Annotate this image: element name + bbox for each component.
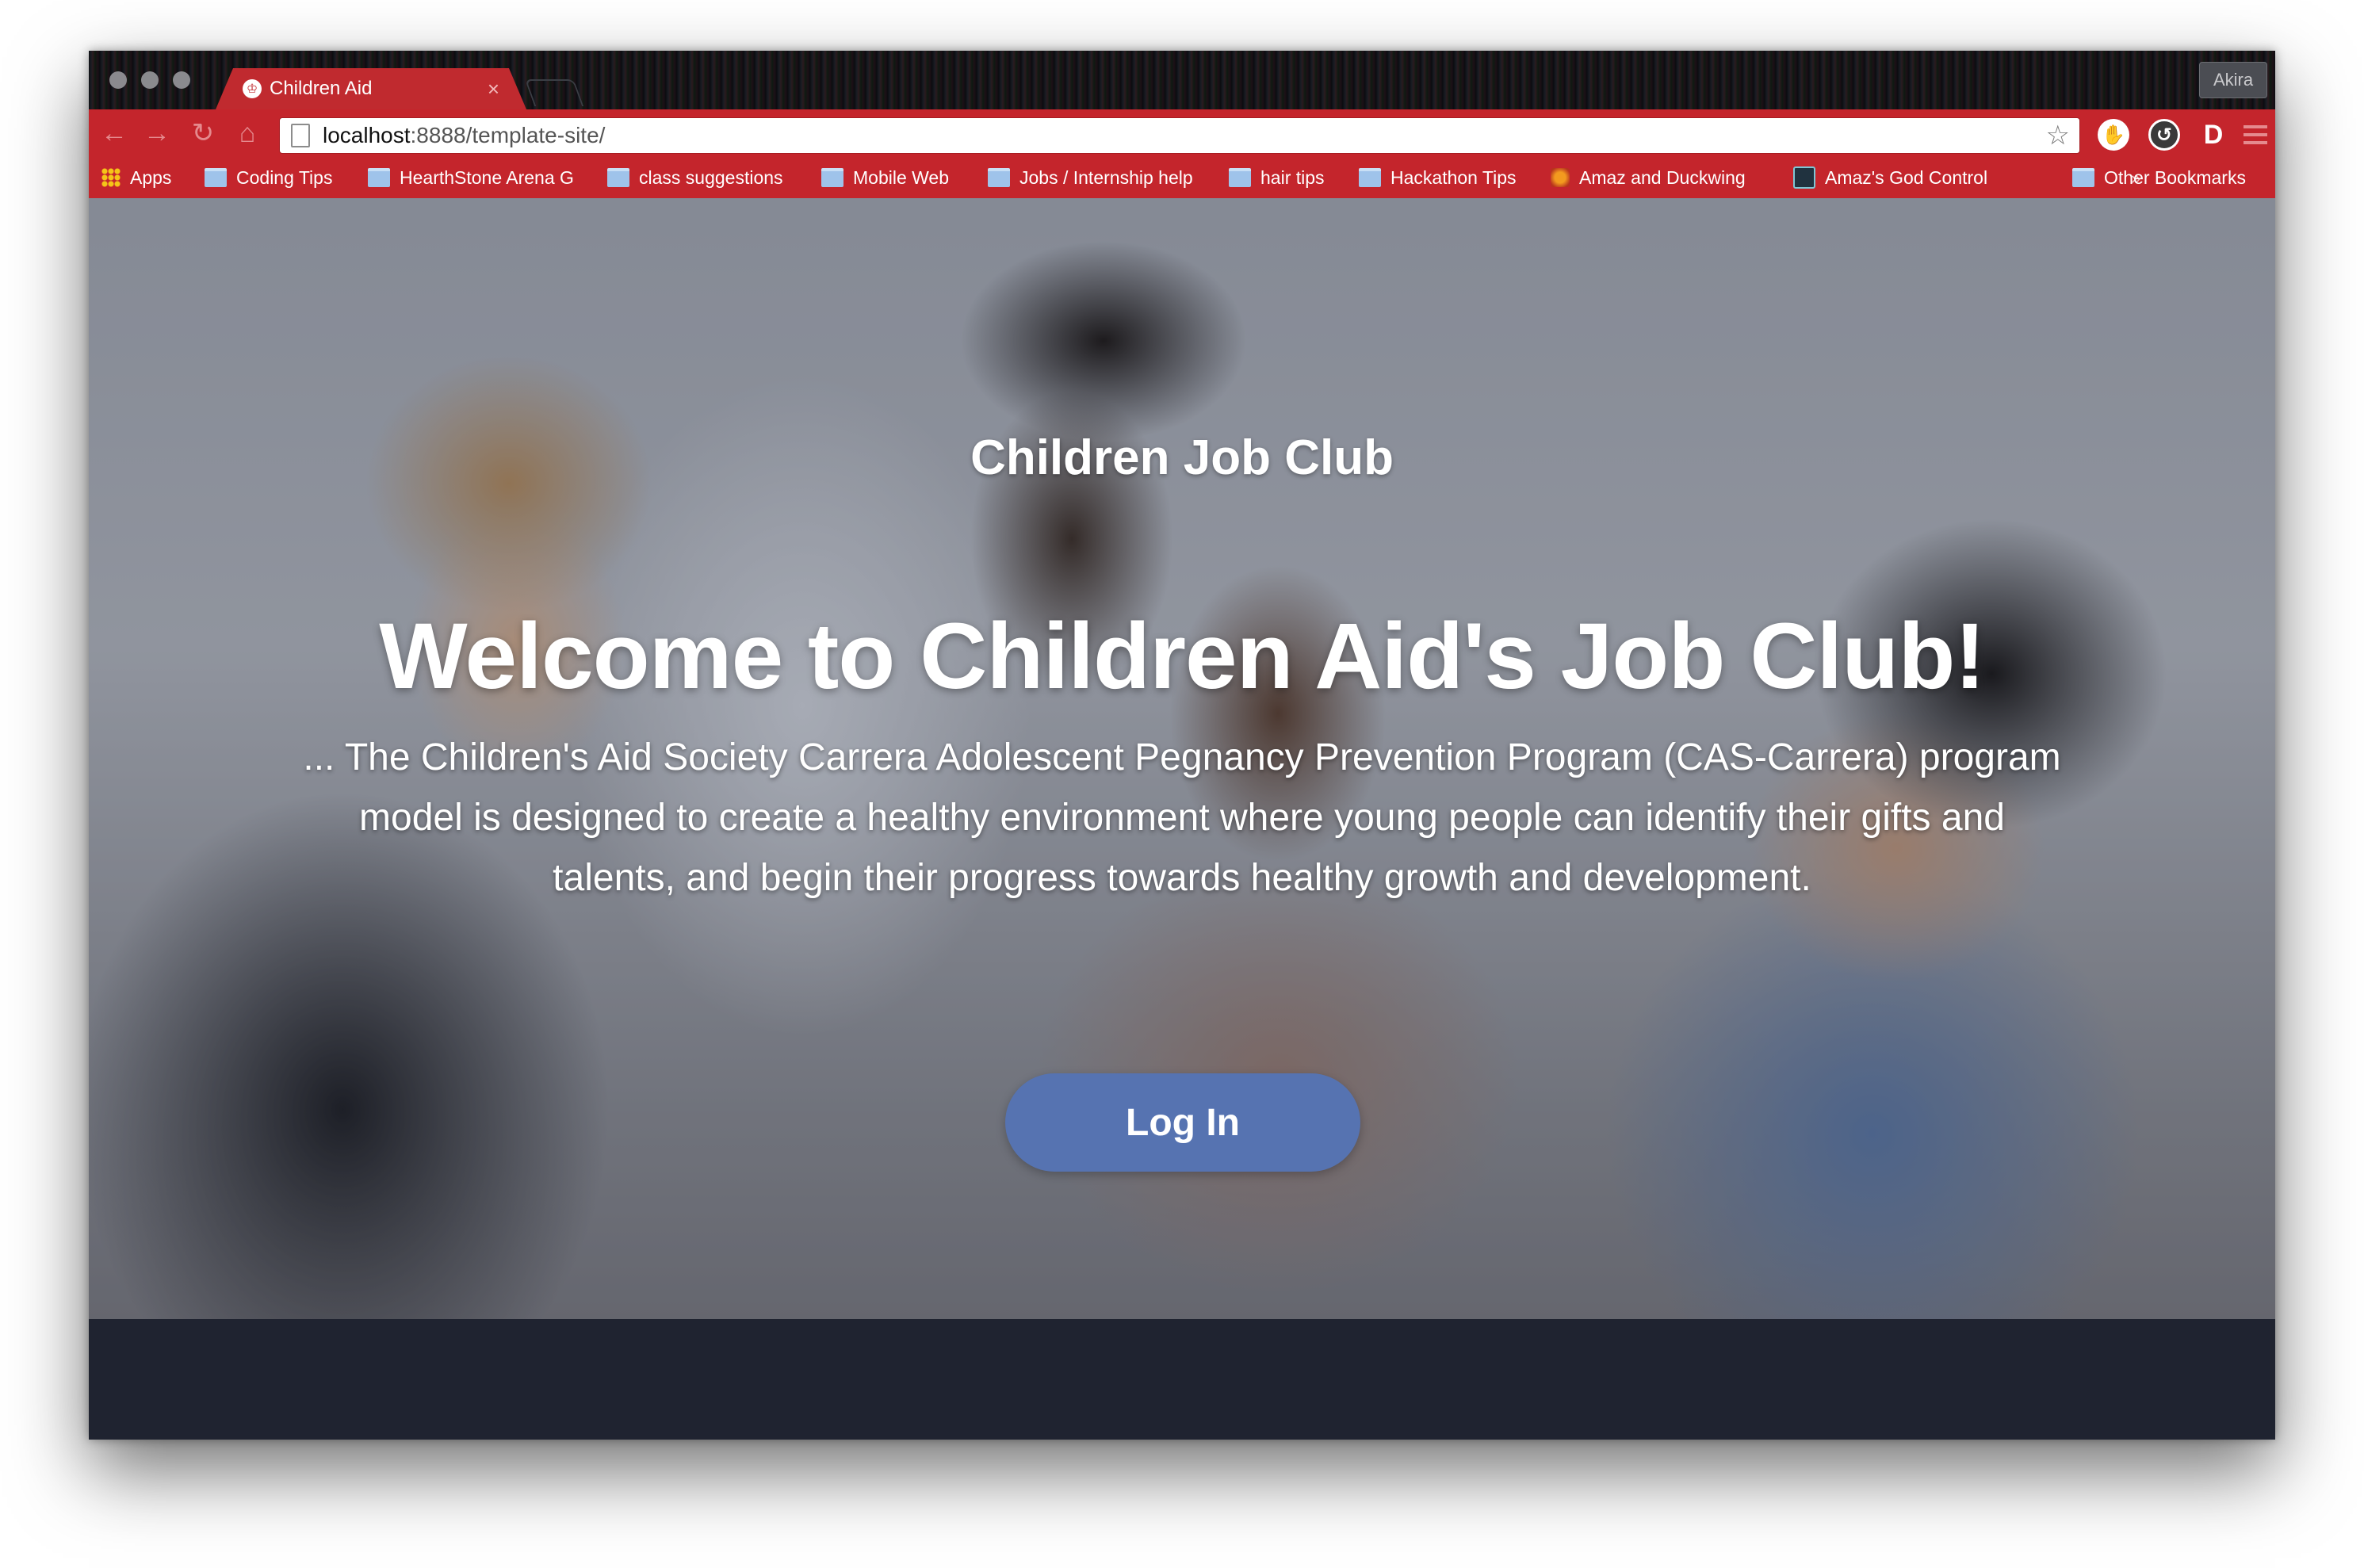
folder-icon — [1359, 168, 1381, 187]
zoom-window-button[interactable] — [173, 71, 190, 89]
bookmark-amaz-god-control[interactable]: Amaz's God Control — [1793, 166, 2007, 189]
bookmark-coding-tips[interactable]: Coding Tips — [205, 166, 332, 189]
d-extension-icon[interactable]: D — [2198, 119, 2229, 151]
bookmark-class-suggestions[interactable]: class suggestions — [607, 166, 783, 189]
site-title[interactable]: Children Job Club — [89, 430, 2275, 486]
back-arrow-icon[interactable]: ← — [98, 117, 130, 149]
bookmark-label: Apps — [130, 166, 172, 188]
hero-intro-text: ... The Children's Aid Society Carrera A… — [303, 736, 2061, 899]
browser-toolbar: ← → ↻ ⌂ localhost:8888/template-site/ ☆ … — [89, 109, 2275, 157]
blue-favicon-icon — [1793, 166, 1815, 189]
bookmark-hearthstone[interactable]: HearthStone Arena G — [368, 166, 582, 189]
folder-icon — [988, 168, 1010, 187]
page-footer — [89, 1319, 2275, 1440]
address-bar[interactable]: localhost:8888/template-site/ ☆ — [279, 117, 2080, 154]
bookmark-label: Amaz and Duckwing — [1579, 166, 1746, 188]
home-icon[interactable]: ⌂ — [231, 117, 263, 149]
bookmark-label: hair tips — [1260, 166, 1325, 188]
folder-icon — [607, 168, 629, 187]
bookmark-label: Coding Tips — [236, 166, 333, 188]
bookmark-jobs-internship[interactable]: Jobs / Internship help — [988, 166, 1193, 189]
browser-window: ♔ Children Aid × Akira ← → ↻ ⌂ localhost… — [89, 51, 2275, 1440]
bookmark-label: Hackathon Tips — [1390, 166, 1517, 188]
minimize-window-button[interactable] — [141, 71, 159, 89]
folder-icon — [821, 168, 843, 187]
bookmark-other-bookmarks[interactable]: Other Bookmarks — [2072, 166, 2246, 189]
hero-content: Children Job Club Welcome to Children Ai… — [89, 198, 2275, 1319]
tab-title: Children Aid — [270, 78, 373, 99]
bookmark-star-icon[interactable]: ☆ — [2046, 120, 2070, 151]
active-tab-content[interactable]: ♔ Children Aid × — [228, 68, 514, 109]
url-text[interactable]: localhost:8888/template-site/ — [323, 123, 605, 148]
apps-grid-icon — [101, 168, 120, 187]
bookmark-label: Amaz's God Control — [1825, 166, 1988, 188]
bookmark-amaz-duckwing[interactable]: Amaz and Duckwing — [1551, 166, 1768, 189]
new-tab-button[interactable] — [524, 79, 584, 106]
profile-button[interactable]: Akira — [2199, 62, 2267, 98]
forward-arrow-icon[interactable]: → — [141, 117, 173, 149]
page-icon — [291, 124, 310, 147]
folder-icon — [205, 168, 227, 187]
bookmark-label: HearthStone Arena G — [400, 166, 574, 188]
site-favicon-icon: ♔ — [243, 79, 262, 98]
hero-headline: Welcome to Children Aid's Job Club! — [379, 604, 1985, 709]
bookmark-label: Other Bookmarks — [2104, 166, 2246, 188]
bookmark-label: Jobs / Internship help — [1019, 166, 1193, 188]
folder-icon — [368, 168, 390, 187]
sync-extension-icon[interactable]: ↺ — [2148, 119, 2180, 151]
bookmarks-bar: Apps Coding Tips HearthStone Arena G cla… — [89, 157, 2275, 199]
hero-section: Children Job Club Welcome to Children Ai… — [89, 198, 2275, 1319]
bookmark-label: class suggestions — [639, 166, 783, 188]
bookmark-label: Mobile Web — [853, 166, 950, 188]
screenshot-stage: ♔ Children Aid × Akira ← → ↻ ⌂ localhost… — [0, 0, 2364, 1568]
folder-icon — [2072, 168, 2094, 187]
folder-icon — [1229, 168, 1251, 187]
reload-icon[interactable]: ↻ — [187, 117, 219, 149]
bookmark-hackathon-tips[interactable]: Hackathon Tips — [1359, 166, 1517, 189]
bookmark-hair-tips[interactable]: hair tips — [1229, 166, 1325, 189]
tab-strip: ♔ Children Aid × Akira — [89, 51, 2275, 109]
bookmark-apps[interactable]: Apps — [101, 166, 171, 189]
close-window-button[interactable] — [109, 71, 127, 89]
bookmark-mobile-web[interactable]: Mobile Web — [821, 166, 949, 189]
hamburger-menu-icon[interactable] — [2244, 120, 2267, 149]
adblock-extension-icon[interactable]: ✋ — [2098, 119, 2129, 151]
url-path: :8888/template-site/ — [410, 123, 606, 147]
tab-close-icon[interactable]: × — [488, 77, 499, 101]
orange-favicon-icon — [1551, 168, 1570, 187]
log-in-button[interactable]: Log In — [1005, 1073, 1360, 1172]
url-host: localhost — [323, 123, 411, 147]
